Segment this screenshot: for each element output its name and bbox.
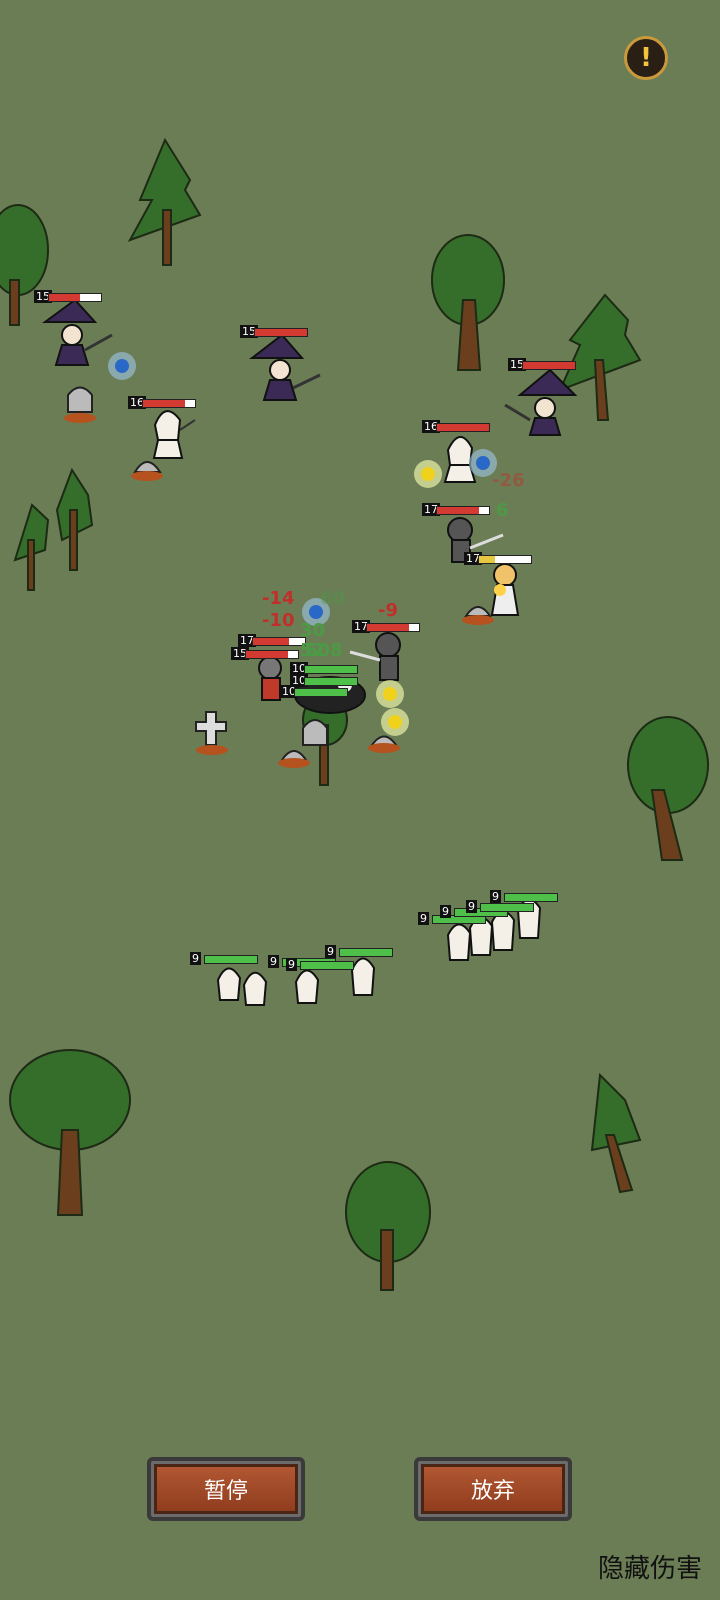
unit-health-bar — [304, 665, 358, 674]
witch-unit — [41, 298, 113, 366]
hide-damage-toggle[interactable]: 隐藏伤害 — [598, 1548, 702, 1585]
unit-health-fill — [295, 689, 347, 696]
unit-health-bar — [245, 650, 299, 659]
battlefield — [0, 137, 709, 1291]
unit-health-fill — [253, 638, 290, 645]
unit-health-fill — [367, 624, 409, 631]
pause-button[interactable]: 暂停 — [147, 1457, 305, 1521]
unit-level-badge: 9 — [268, 955, 279, 968]
damage-number: 30 — [300, 620, 326, 641]
tree-icon — [13, 503, 50, 591]
unit-health-bar — [48, 293, 102, 302]
unit-health-bar — [478, 555, 532, 564]
holy-orb-icon — [414, 460, 442, 488]
damage-number: 608 — [305, 640, 343, 661]
unit-health-fill — [437, 507, 479, 514]
unit-health-fill — [523, 362, 575, 369]
unit-health-bar — [294, 688, 348, 697]
unit-health-bar — [142, 399, 196, 408]
knight-unit — [258, 656, 282, 701]
witch-unit — [249, 333, 321, 401]
unit-health-fill — [479, 556, 495, 563]
tombstone-icon — [64, 386, 96, 423]
holy-orb-icon — [376, 680, 404, 708]
unit-level-badge: 9 — [190, 952, 201, 965]
unit-health-fill — [305, 666, 357, 673]
unit-health-fill — [437, 424, 489, 431]
exclamation-icon: ! — [640, 43, 652, 73]
unit-health-bar — [252, 637, 306, 646]
unit-health-bar — [339, 948, 393, 957]
tree-icon — [127, 137, 202, 266]
holy-orb-icon — [381, 708, 409, 736]
unit-level-badge: 9 — [325, 945, 336, 958]
unit-health-bar — [480, 903, 534, 912]
unit-health-fill — [143, 400, 185, 407]
unit-health-bar — [436, 506, 490, 515]
archer-unit — [490, 563, 520, 616]
alert-button[interactable]: ! — [624, 36, 668, 80]
tree-icon — [345, 1161, 431, 1291]
unit-health-fill — [255, 329, 307, 336]
unit-health-fill — [301, 962, 353, 969]
tombstone-icon — [302, 719, 328, 746]
damage-number: -10 — [262, 610, 295, 631]
tombstone-icon — [368, 735, 400, 753]
give-up-button[interactable]: 放弃 — [414, 1457, 572, 1521]
unit-health-bar — [300, 961, 354, 970]
unit-health-fill — [481, 904, 533, 911]
tree-icon — [9, 1049, 131, 1216]
tombstone-icon — [278, 750, 310, 768]
tree-icon — [627, 716, 709, 861]
damage-number: 60 — [320, 588, 346, 609]
unit-level-badge: 9 — [440, 905, 451, 918]
damage-number: -26 — [492, 470, 525, 491]
unit-health-bar — [304, 677, 358, 686]
unit-health-fill — [340, 949, 392, 956]
unit-health-bar — [204, 955, 258, 964]
unit-health-fill — [205, 956, 257, 963]
pause-button-label: 暂停 — [203, 1479, 248, 1504]
unit-level-badge: 9 — [466, 900, 477, 913]
unit-health-fill — [246, 651, 288, 658]
tombstone-icon — [462, 606, 494, 625]
unit-level-badge: 9 — [490, 890, 501, 903]
damage-number: 6 — [496, 500, 509, 521]
tree-icon — [590, 1072, 642, 1194]
tree-icon — [0, 204, 49, 326]
unit-health-bar — [436, 423, 490, 432]
tree-icon — [558, 293, 642, 421]
unit-level-badge: 9 — [418, 912, 429, 925]
give-up-button-label: 放弃 — [470, 1479, 515, 1504]
tree-icon — [431, 234, 505, 371]
damage-number: -9 — [378, 600, 398, 621]
grave-cross-icon — [195, 711, 228, 755]
unit-health-bar — [366, 623, 420, 632]
tombstone-icon — [131, 461, 163, 481]
damage-number: -14 — [262, 588, 295, 609]
unit-health-bar — [254, 328, 308, 337]
unit-health-bar — [504, 893, 558, 902]
magic-orb-icon — [108, 352, 136, 380]
unit-health-fill — [49, 294, 81, 301]
unit-health-bar — [522, 361, 576, 370]
priest-unit — [152, 410, 196, 459]
unit-health-fill — [505, 894, 557, 901]
tree-icon — [55, 467, 94, 571]
unit-level-badge: 9 — [286, 958, 297, 971]
unit-health-fill — [305, 678, 357, 685]
